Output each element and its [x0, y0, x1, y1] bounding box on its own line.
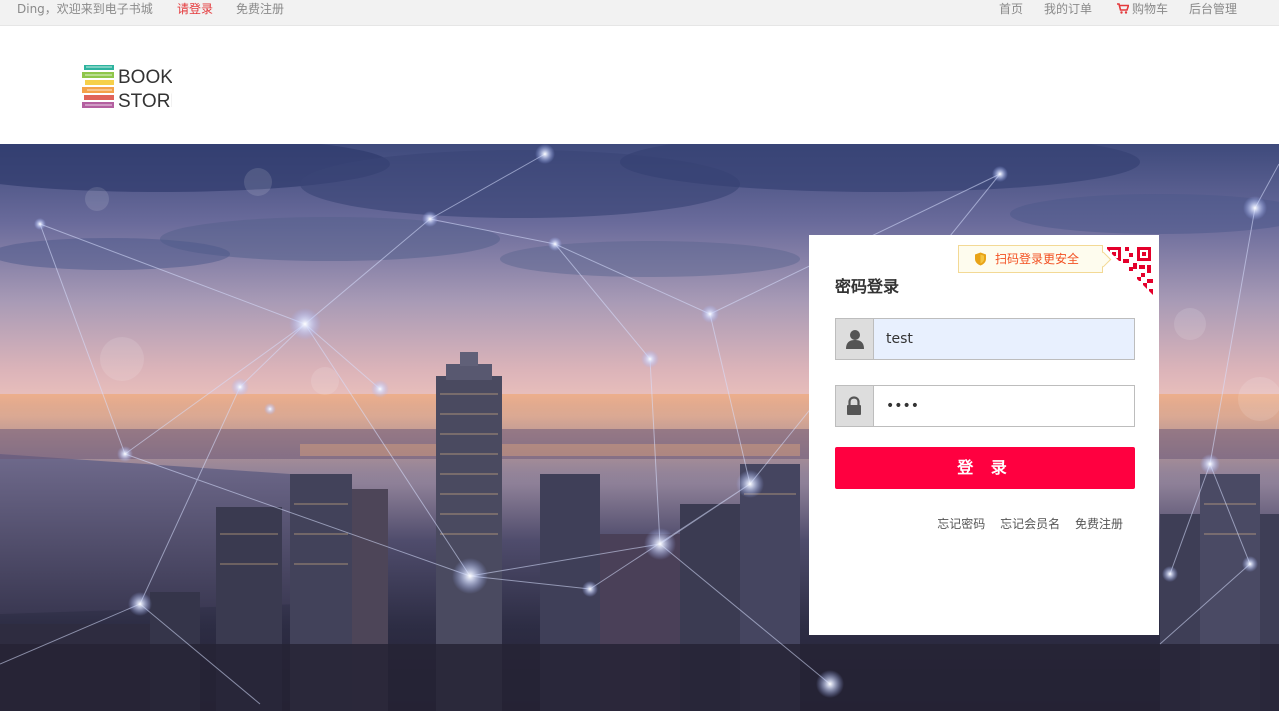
nav-home-link[interactable]: 首页 [999, 0, 1023, 18]
user-icon-box [836, 319, 874, 359]
user-icon [846, 330, 864, 349]
qr-code-icon [1107, 247, 1153, 295]
logo-text-store: STORE [118, 91, 172, 111]
qr-code-toggle[interactable] [1103, 245, 1155, 297]
nav-admin-link[interactable]: 后台管理 [1189, 0, 1237, 18]
nav-cart-link[interactable]: 购物车 [1117, 0, 1168, 18]
logo-graphic: BOOK STORE [82, 65, 183, 112]
cart-icon [1117, 3, 1129, 14]
header: BOOK STORE [0, 26, 1279, 144]
free-register-link[interactable]: 免费注册 [1075, 517, 1123, 531]
forgot-username-link[interactable]: 忘记会员名 [1000, 517, 1060, 531]
top-bar: Ding，欢迎来到电子书城 请登录 免费注册 首页 我的订单 购物车 后台管理 [0, 0, 1279, 26]
username-input[interactable] [874, 319, 1134, 359]
login-button[interactable]: 登 录 [835, 447, 1135, 489]
lock-icon [847, 396, 861, 415]
shield-icon [975, 252, 986, 266]
nav-orders-link[interactable]: 我的订单 [1044, 0, 1092, 18]
password-input[interactable] [874, 386, 1134, 426]
help-links: 忘记密码 忘记会员名 免费注册 [926, 515, 1123, 532]
forgot-password-link[interactable]: 忘记密码 [937, 517, 985, 531]
logo-text-book: BOOK [118, 67, 172, 88]
nav-cart-label: 购物车 [1132, 2, 1169, 16]
panel-title: 密码登录 [835, 277, 900, 296]
welcome-text: Ding，欢迎来到电子书城 [17, 2, 153, 16]
login-link[interactable]: 请登录 [177, 0, 213, 18]
password-field[interactable] [835, 385, 1135, 427]
bookstore-logo[interactable]: BOOK STORE [82, 63, 183, 112]
register-link[interactable]: 免费注册 [236, 0, 284, 18]
username-field[interactable] [835, 318, 1135, 360]
lock-icon-box [836, 386, 874, 426]
qr-tip-text: 扫码登录更安全 [995, 252, 1080, 266]
qr-login-tip[interactable]: 扫码登录更安全 [958, 245, 1103, 273]
login-panel: 扫码登录更安全 密码登录 test •••• 登 录 忘记密码 忘记会员名 免费… [809, 235, 1159, 635]
